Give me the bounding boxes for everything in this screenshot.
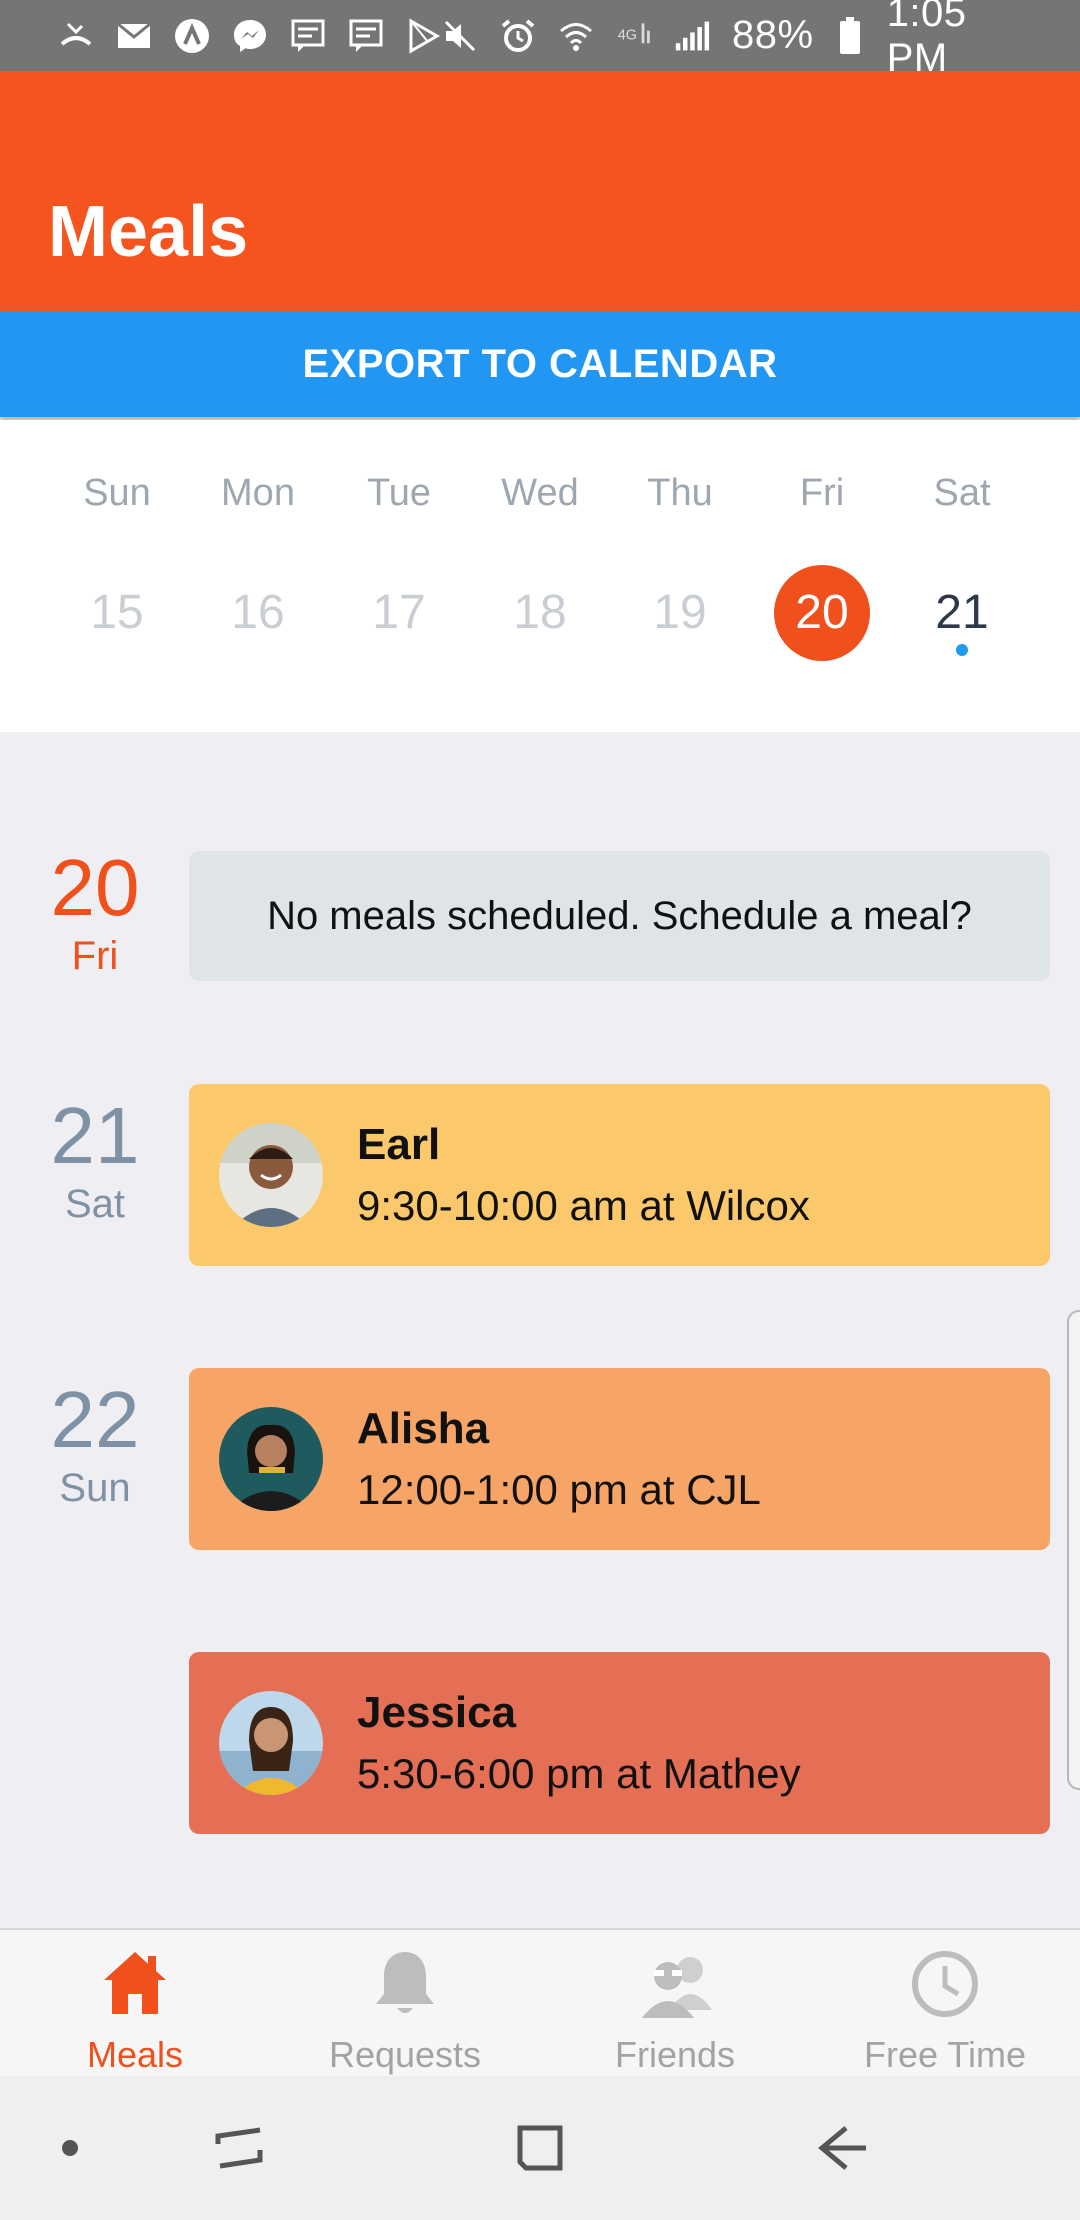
- meal-time-location: 9:30-10:00 am at Wilcox: [357, 1182, 810, 1229]
- avatar: [219, 1123, 323, 1227]
- meal-time-location: 12:00-1:00 pm at CJL: [357, 1466, 761, 1513]
- day-name: Sat: [64, 1182, 126, 1226]
- home-icon: [100, 1948, 170, 2020]
- nav-meals[interactable]: Meals: [0, 1930, 270, 2078]
- day-name: Fri: [71, 934, 119, 978]
- weekday-label: Tue: [366, 472, 432, 514]
- app-icon: [174, 18, 210, 54]
- weekday-number: 15: [90, 586, 144, 639]
- meal-details: Jessica 5:30-6:00 pm at Mathey: [357, 1688, 801, 1798]
- event-dot: [956, 644, 968, 656]
- week-day-thu[interactable]: Thu 19: [610, 420, 750, 732]
- messenger-icon: [232, 18, 268, 54]
- page-title: Meals: [48, 192, 249, 272]
- system-nav-bar: [0, 2076, 1080, 2220]
- battery-icon: [836, 16, 865, 54]
- status-icons-left: [58, 17, 442, 54]
- weekday-label: Fri: [799, 472, 845, 514]
- week-day-fri[interactable]: Fri 20: [752, 420, 892, 732]
- week-day-tue[interactable]: Tue 17: [329, 420, 469, 732]
- day-number: 22: [50, 1375, 140, 1464]
- day-number: 21: [50, 1091, 140, 1180]
- meal-card-earl[interactable]: Earl 9:30-10:00 am at Wilcox: [189, 1084, 1050, 1266]
- friend-name: Alisha: [357, 1404, 490, 1453]
- week-day-sun[interactable]: Sun 15: [47, 420, 187, 732]
- friend-name: Earl: [357, 1120, 441, 1169]
- meal-card-jessica[interactable]: Jessica 5:30-6:00 pm at Mathey: [189, 1652, 1050, 1834]
- home-button[interactable]: [500, 2108, 580, 2188]
- nav-label: Free Time: [863, 2034, 1027, 2075]
- wifi-icon: [558, 18, 594, 54]
- bottom-nav: Meals Requests Friends Free Time: [0, 1928, 1080, 2076]
- nav-label: Meals: [86, 2034, 184, 2075]
- meal-card-alisha[interactable]: Alisha 12:00-1:00 pm at CJL: [189, 1368, 1050, 1550]
- message-icon: [290, 18, 326, 54]
- mail-icon: [116, 18, 152, 54]
- signal-icon: [674, 18, 710, 54]
- status-icons-right: 4G 88% 1:05 PM: [442, 0, 1010, 81]
- day-number: 20: [50, 843, 140, 932]
- friend-name: Jessica: [357, 1688, 517, 1737]
- nav-free-time[interactable]: Free Time: [810, 1930, 1080, 2078]
- nav-label: Requests: [328, 2034, 482, 2075]
- back-button[interactable]: [804, 2108, 884, 2188]
- meal-details: Earl 9:30-10:00 am at Wilcox: [357, 1120, 810, 1230]
- week-day-sat[interactable]: Sat 21: [892, 420, 1032, 732]
- week-strip: Sun 15 Mon 16 Tue 17 Wed 18 Thu 19 Fri 2…: [0, 420, 1080, 732]
- clock-icon: [910, 1948, 980, 2020]
- missed-call-icon: [58, 18, 94, 54]
- meal-time-location: 5:30-6:00 pm at Mathey: [357, 1750, 801, 1797]
- dot-icon: [30, 2108, 110, 2188]
- status-bar: 4G 88% 1:05 PM: [0, 0, 1080, 80]
- nav-label: Friends: [614, 2034, 736, 2075]
- message-icon: [348, 18, 384, 54]
- nav-requests[interactable]: Requests: [270, 1930, 540, 2078]
- weekday-label: Sun: [83, 472, 151, 514]
- mute-icon: [442, 18, 478, 54]
- clock: 1:05 PM: [886, 0, 967, 80]
- week-day-wed[interactable]: Wed 18: [470, 420, 610, 732]
- day-name: Sun: [59, 1466, 131, 1510]
- play-store-icon: [406, 17, 442, 54]
- friends-icon: [640, 1948, 712, 2020]
- schedule-meal-prompt[interactable]: No meals scheduled. Schedule a meal?: [189, 851, 1050, 981]
- weekday-label: Sat: [933, 472, 991, 514]
- weekday-label: Mon: [221, 472, 295, 514]
- recent-apps-button[interactable]: [200, 2108, 280, 2188]
- scroll-handle[interactable]: [1067, 1310, 1080, 1790]
- weekday-label: Wed: [501, 472, 579, 514]
- nav-friends[interactable]: Friends: [540, 1930, 810, 2078]
- battery-percent: 88%: [732, 13, 814, 57]
- svg-text:4G: 4G: [618, 27, 637, 43]
- meal-details: Alisha 12:00-1:00 pm at CJL: [357, 1404, 761, 1514]
- weekday-number: 18: [513, 586, 567, 639]
- weekday-number-selected: 20: [774, 565, 870, 661]
- bell-icon: [370, 1948, 440, 2020]
- alarm-icon: [500, 18, 536, 54]
- weekday-number: 19: [653, 586, 707, 639]
- week-day-mon[interactable]: Mon 16: [188, 420, 328, 732]
- weekday-label: Thu: [647, 472, 713, 514]
- avatar: [219, 1407, 323, 1511]
- export-to-calendar-button[interactable]: EXPORT TO CALENDAR: [0, 311, 1080, 417]
- app-header: Meals: [0, 71, 1080, 311]
- avatar: [219, 1691, 323, 1795]
- weekday-number: 17: [372, 586, 426, 639]
- 4g-icon: 4G: [616, 18, 652, 54]
- weekday-number: 16: [231, 586, 285, 639]
